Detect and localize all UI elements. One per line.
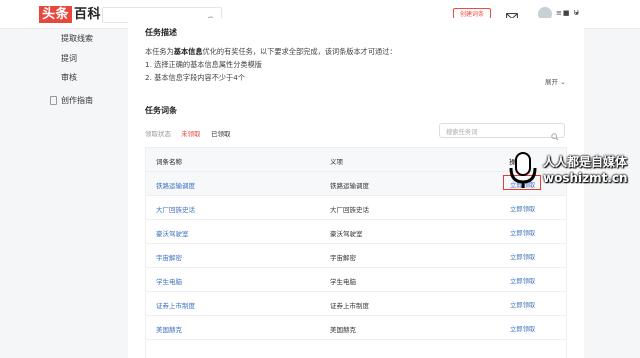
- entry-definition: 证券上市制度: [330, 302, 369, 310]
- task-words-title: 任务词条: [145, 106, 177, 115]
- entry-definition: 豪沃驾驶室: [330, 230, 363, 238]
- microphone-icon: [509, 152, 537, 188]
- task-words-table: 词条名称 义项 操作 铁路运输调度 铁路运输调度 立即领取 大厂回族史话 大厂回…: [145, 147, 567, 358]
- claim-button[interactable]: 立即领取: [510, 228, 535, 237]
- table-header: 词条名称 义项 操作: [146, 148, 566, 172]
- filter-unclaimed[interactable]: 未领取: [181, 128, 201, 138]
- entry-definition: 铁路运输调度: [330, 182, 369, 190]
- logo[interactable]: 头条 百科: [39, 6, 101, 23]
- entry-name-link[interactable]: 学生电脑: [156, 276, 182, 286]
- task-search-input[interactable]: 搜索任务词: [439, 123, 565, 141]
- claim-button[interactable]: 立即领取: [510, 276, 535, 285]
- table-row: 宇宙解密 宇宙解密 立即领取: [146, 244, 566, 268]
- table-row: 证券上市制度 证券上市制度 立即领取: [146, 292, 566, 316]
- entry-name-link[interactable]: 豪沃驾驶室: [156, 228, 189, 238]
- entry-name-link[interactable]: 铁路运输调度: [156, 180, 195, 190]
- task-description-title: 任务描述: [145, 28, 177, 37]
- task-intro: 本任务为基本信息优化的有奖任务，以下要求全部完成，该词条版本才可通过：: [145, 47, 397, 56]
- claim-button[interactable]: 立即领取: [510, 300, 535, 309]
- entry-name-link[interactable]: 大厂回族史话: [156, 204, 195, 214]
- table-row: 学生电脑 学生电脑 立即领取: [146, 268, 566, 292]
- filter-claimed[interactable]: 已领取: [211, 128, 231, 138]
- claim-button[interactable]: 立即领取: [510, 204, 535, 213]
- watermark-line1: 人人都是自媒体: [543, 155, 628, 169]
- chevron-down-icon: ⌄: [560, 78, 566, 86]
- sidebar-item-extract-clues[interactable]: 提取线索: [61, 33, 93, 44]
- entry-definition: 宇宙解密: [330, 254, 356, 262]
- entry-definition: 美国赫克: [330, 326, 356, 334]
- entry-definition: 大厂回族史话: [330, 206, 369, 214]
- table-row: 豪沃驾驶室 豪沃驾驶室 立即领取: [146, 220, 566, 244]
- entry-name-link[interactable]: 美国赫克: [156, 324, 182, 334]
- entry-definition: 学生电脑: [330, 278, 356, 286]
- table-row: 铁路运输调度 铁路运输调度 立即领取: [146, 172, 566, 196]
- task-search-placeholder: 搜索任务词: [446, 129, 478, 136]
- task-requirement-2: 2. 基本信息字段内容不少于4个: [145, 73, 245, 82]
- task-requirement-1: 1. 选择正确的基本信息属性分类模版: [145, 60, 262, 69]
- claim-button[interactable]: 立即领取: [510, 324, 535, 333]
- entry-name-link[interactable]: 宇宙解密: [156, 252, 182, 262]
- watermark-line2: woshizmt.cn: [543, 171, 628, 185]
- expand-toggle[interactable]: 展开 ⌄: [545, 76, 566, 86]
- document-icon: [50, 96, 57, 105]
- table-row: 大厂回族史话 大厂回族史话 立即领取: [146, 196, 566, 220]
- entry-name-link[interactable]: 证券上市制度: [156, 300, 195, 310]
- chevron-down-icon[interactable]: [575, 12, 579, 15]
- filter-label: 领取状态: [145, 130, 171, 138]
- column-header-name: 词条名称: [156, 158, 182, 166]
- watermark: 人人都是自媒体 woshizmt.cn: [505, 150, 640, 192]
- search-icon[interactable]: [551, 126, 559, 145]
- table-row: 美国赫克 美国赫克 立即领取: [146, 316, 566, 340]
- sidebar: 提取线索 提词 审核 创作指南: [0, 28, 118, 338]
- logo-right-text: 百科: [74, 7, 102, 22]
- sidebar-item-creation-guide[interactable]: 创作指南: [61, 95, 93, 106]
- column-header-definition: 义项: [330, 158, 343, 166]
- sidebar-item-suggest-word[interactable]: 提词: [61, 53, 77, 64]
- sidebar-item-review[interactable]: 审核: [61, 72, 77, 83]
- claim-button[interactable]: 立即领取: [510, 252, 535, 261]
- logo-left-text: 头条: [39, 6, 73, 23]
